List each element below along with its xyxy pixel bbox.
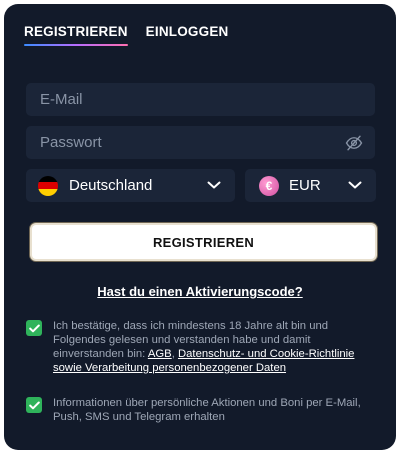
email-field-wrapper bbox=[26, 83, 375, 116]
registration-panel: REGISTRIEREN EINLOGGEN Deutschland € EUR… bbox=[4, 4, 396, 450]
currency-select[interactable]: € EUR bbox=[245, 169, 376, 202]
terms-separator: , bbox=[171, 348, 175, 360]
chevron-down-icon bbox=[348, 181, 362, 189]
germany-flag-icon bbox=[38, 175, 58, 196]
password-input[interactable] bbox=[40, 134, 330, 151]
password-field-wrapper bbox=[26, 126, 375, 159]
check-icon bbox=[28, 324, 40, 332]
terms-text: Ich bestätige, dass ich mindestens 18 Ja… bbox=[53, 319, 376, 375]
check-icon bbox=[28, 401, 40, 409]
marketing-checkbox[interactable] bbox=[26, 397, 42, 413]
auth-tabs: REGISTRIEREN EINLOGGEN bbox=[24, 24, 228, 46]
register-button[interactable]: REGISTRIEREN bbox=[30, 223, 377, 261]
terms-checkbox[interactable] bbox=[26, 320, 42, 336]
consent-terms-row: Ich bestätige, dass ich mindestens 18 Ja… bbox=[26, 319, 376, 375]
euro-icon: € bbox=[259, 175, 279, 196]
country-select[interactable]: Deutschland bbox=[26, 169, 235, 202]
currency-value: EUR bbox=[289, 177, 321, 194]
country-value: Deutschland bbox=[69, 177, 153, 194]
agb-link[interactable]: AGB bbox=[148, 348, 172, 360]
consent-marketing-row: Informationen über persönliche Aktionen … bbox=[26, 396, 376, 424]
tab-login[interactable]: EINLOGGEN bbox=[146, 24, 229, 46]
eye-slash-icon[interactable] bbox=[345, 134, 363, 152]
chevron-down-icon bbox=[207, 181, 221, 189]
email-input[interactable] bbox=[40, 91, 330, 108]
marketing-text: Informationen über persönliche Aktionen … bbox=[53, 397, 361, 423]
tab-register[interactable]: REGISTRIEREN bbox=[24, 24, 128, 46]
activation-code-link[interactable]: Hast du einen Aktivierungscode? bbox=[4, 284, 396, 299]
